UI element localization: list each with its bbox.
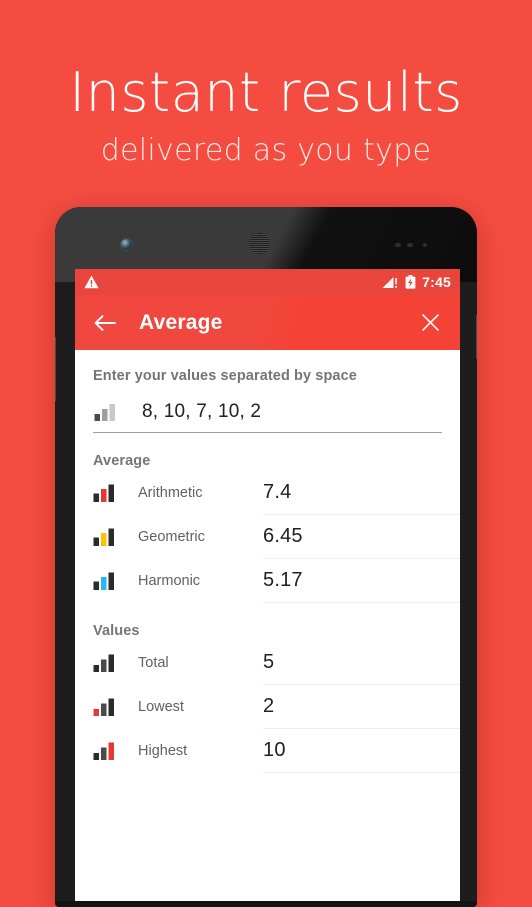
row-value-cell-harmonic: 5.17 [263,559,460,603]
row-label-lowest: Lowest [138,699,184,715]
row-geometric[interactable]: Geometric 6.45 [75,515,460,559]
row-value-arithmetic: 7.4 [263,481,292,503]
section-values: Values Total 5 Lowest 2 Highest 10 [75,603,460,773]
row-highest[interactable]: Highest 10 [75,729,460,773]
close-button[interactable] [414,307,446,339]
row-label-total: Total [138,655,169,671]
light-sensor-icon [407,243,413,247]
row-value-cell-highest: 10 [263,729,460,773]
row-value-cell-total: 5 [263,641,460,685]
row-value-harmonic: 5.17 [263,569,303,591]
row-value-geometric: 6.45 [263,525,303,547]
battery-charging-icon [405,275,416,289]
row-label-harmonic: Harmonic [138,573,201,589]
values-input-row[interactable]: 8, 10, 7, 10, 2 [93,401,442,433]
page-title: Average [139,310,223,334]
row-value-total: 5 [263,651,275,673]
bar-chart-blue-middle-icon [93,572,114,590]
row-label-highest: Highest [138,743,188,759]
row-value-cell-lowest: 2 [263,685,460,729]
back-button[interactable] [89,307,121,339]
bar-chart-red-middle-icon [93,484,114,502]
section-average-heading: Average [93,453,151,469]
bar-chart-icon [94,404,115,421]
status-bar-left [84,275,382,289]
values-input-section: Enter your values separated by space 8, … [75,350,460,433]
bar-chart-red-first-icon [93,698,114,716]
back-arrow-icon [94,314,116,331]
bar-chart-dark-icon [93,654,114,672]
bar-chart-red-last-icon [93,742,114,760]
row-label-geometric: Geometric [138,529,205,545]
promo-subtitle: delivered as you type [100,133,432,168]
values-input-label: Enter your values separated by space [93,368,357,384]
section-values-heading: Values [93,623,140,639]
close-icon [421,314,439,331]
row-arithmetic[interactable]: Arithmetic 7.4 [75,471,460,515]
proximity-sensor-icon [395,243,401,247]
volume-rocker-button[interactable] [55,337,56,401]
promo-header: Instant results delivered as you type [0,0,532,172]
section-average: Average Arithmetic 7.4 Geometric 6.45 Ha… [75,433,460,603]
signal-bars-icon [382,276,398,288]
status-bar-clock: 7:45 [422,274,451,290]
earpiece-speaker-icon [248,232,271,255]
values-input-field[interactable]: 8, 10, 7, 10, 2 [142,401,261,423]
power-button[interactable] [476,315,477,359]
notification-led-icon [423,243,427,247]
status-bar: 7:45 [75,269,460,295]
row-value-cell-geometric: 6.45 [263,515,460,559]
warning-triangle-icon [84,275,99,289]
status-bar-right: 7:45 [382,274,451,290]
row-lowest[interactable]: Lowest 2 [75,685,460,729]
row-total[interactable]: Total 5 [75,641,460,685]
screen-content: Enter your values separated by space 8, … [75,350,460,773]
row-value-highest: 10 [263,739,286,761]
phone-bottom-bezel [55,901,477,907]
row-value-cell-arithmetic: 7.4 [263,471,460,515]
front-camera-icon [121,239,132,250]
promo-title: Instant results [69,61,463,124]
phone-screen: 7:45 Average Enter your values separated… [75,269,460,901]
bar-chart-amber-middle-icon [93,528,114,546]
phone-device: 7:45 Average Enter your values separated… [55,207,477,907]
row-label-arithmetic: Arithmetic [138,485,203,501]
app-bar: Average [75,295,460,350]
row-value-lowest: 2 [263,695,275,717]
row-harmonic[interactable]: Harmonic 5.17 [75,559,460,603]
